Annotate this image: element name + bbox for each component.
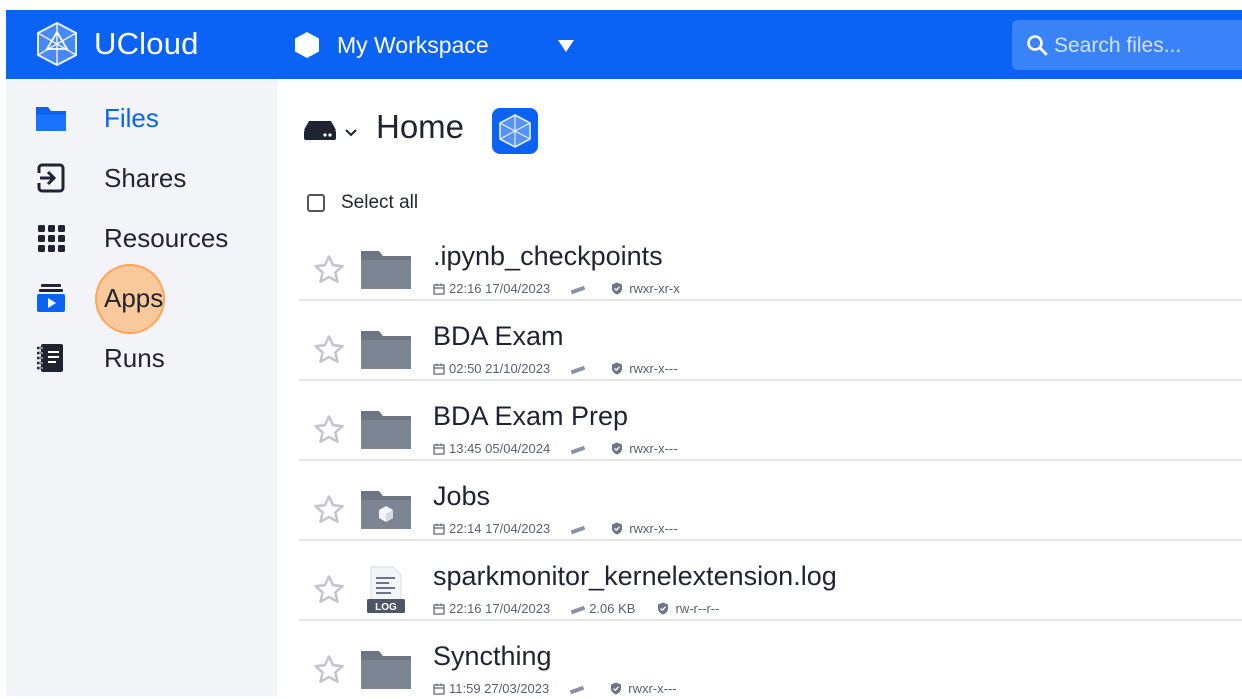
workspace-icon[interactable] xyxy=(292,30,322,60)
app-name[interactable]: UCloud xyxy=(94,26,199,62)
ruler-icon xyxy=(570,521,586,536)
file-meta: 22:14 17/04/2023 rwxr-x--- xyxy=(433,520,678,536)
file-row[interactable]: Syncthing 11:59 27/03/2023 rwxr-x--- xyxy=(299,639,1242,699)
ruler-icon xyxy=(570,441,586,456)
apps-icon xyxy=(34,281,68,315)
shield-icon xyxy=(611,360,623,376)
search-input[interactable] xyxy=(1052,30,1242,62)
sidebar-item-label: Shares xyxy=(104,163,187,193)
sidebar-item-apps[interactable]: Apps xyxy=(6,271,277,327)
star-icon[interactable] xyxy=(312,333,346,367)
star-icon[interactable] xyxy=(312,653,346,687)
chevron-down-icon[interactable] xyxy=(344,125,358,137)
sidebar-item-label: Apps xyxy=(104,283,164,313)
ruler-icon xyxy=(570,601,586,616)
ruler-icon xyxy=(569,681,585,696)
file-size: 2.06 KB xyxy=(589,601,636,616)
file-permissions: rwxr-x--- xyxy=(629,521,678,536)
file-date: 02:50 21/10/2023 xyxy=(449,361,551,376)
folder-icon xyxy=(34,101,68,135)
file-date: 11:59 27/03/2023 xyxy=(449,681,550,696)
file-date: 22:16 17/04/2023 xyxy=(449,281,551,296)
calendar-icon xyxy=(433,683,445,695)
shield-icon xyxy=(657,600,669,616)
file-name[interactable]: sparkmonitor_kernelextension.log xyxy=(433,561,837,592)
file-meta: 22:16 17/04/2023 2.06 KB rw-r--r-- xyxy=(433,600,720,616)
folder-icon xyxy=(359,245,413,291)
grid-icon xyxy=(34,221,68,255)
log-file-icon: LOG xyxy=(359,565,413,613)
shield-icon xyxy=(611,440,623,456)
file-date: 22:16 17/04/2023 xyxy=(449,601,551,616)
folder-icon xyxy=(359,645,413,691)
sidebar-item-resources[interactable]: Resources xyxy=(6,211,277,267)
shield-icon xyxy=(611,520,623,536)
file-meta: 11:59 27/03/2023 rwxr-x--- xyxy=(433,680,677,696)
folder-icon xyxy=(359,325,413,371)
file-row[interactable]: BDA Exam Prep 13:45 05/04/2024 rwxr-x--- xyxy=(299,399,1242,461)
star-icon[interactable] xyxy=(312,573,346,607)
ruler-icon xyxy=(570,281,586,296)
search-icon xyxy=(1026,34,1048,56)
select-all-label: Select all xyxy=(341,192,419,213)
svg-text:LOG: LOG xyxy=(375,602,397,613)
calendar-icon xyxy=(433,283,445,295)
top-bar: UCloud My Workspace xyxy=(6,10,1242,79)
calendar-icon xyxy=(433,443,445,455)
file-row[interactable]: LOG sparkmonitor_kernelextension.log 22:… xyxy=(299,559,1242,621)
calendar-icon xyxy=(433,523,445,535)
search-box[interactable] xyxy=(1012,20,1242,70)
file-browser: Home Select all .ipynb_checkpoints 22:16… xyxy=(277,79,1242,696)
file-name[interactable]: .ipynb_checkpoints xyxy=(433,241,663,272)
select-all-checkbox[interactable] xyxy=(307,194,325,212)
file-row[interactable]: BDA Exam 02:50 21/10/2023 rwxr-x--- xyxy=(299,319,1242,381)
ucloud-logo-icon[interactable] xyxy=(34,21,80,67)
page-title: Home xyxy=(376,108,465,145)
jobs-folder-icon xyxy=(359,485,413,531)
file-permissions: rwxr-x--- xyxy=(628,681,677,696)
workspace-selector[interactable]: My Workspace xyxy=(337,32,489,59)
file-permissions: rwxr-x--- xyxy=(629,441,678,456)
file-permissions: rwxr-x--- xyxy=(629,361,678,376)
sidebar-item-label: Resources xyxy=(104,223,229,253)
sidebar-item-label: Runs xyxy=(104,343,165,373)
ucloud-logo-icon xyxy=(492,108,538,154)
folder-icon xyxy=(359,405,413,451)
file-name[interactable]: BDA Exam xyxy=(433,321,564,352)
file-row[interactable]: .ipynb_checkpoints 22:16 17/04/2023 rwxr-… xyxy=(299,239,1242,301)
file-row[interactable]: Jobs 22:14 17/04/2023 rwxr-x--- xyxy=(299,479,1242,541)
file-permissions: rw-r--r-- xyxy=(675,601,720,616)
shield-icon xyxy=(610,680,622,696)
calendar-icon xyxy=(433,363,445,375)
sidebar: Files Shares Resources Apps Runs xyxy=(6,79,277,696)
shield-icon xyxy=(611,280,623,296)
file-meta: 13:45 05/04/2024 rwxr-x--- xyxy=(433,440,678,456)
sidebar-item-runs[interactable]: Runs xyxy=(6,331,277,387)
star-icon[interactable] xyxy=(312,413,346,447)
ruler-icon xyxy=(570,361,586,376)
sidebar-item-shares[interactable]: Shares xyxy=(6,151,277,207)
star-icon[interactable] xyxy=(312,493,346,527)
file-date: 13:45 05/04/2024 xyxy=(449,441,551,456)
sidebar-item-files[interactable]: Files xyxy=(6,91,277,147)
notebook-icon xyxy=(34,341,68,375)
drive-icon[interactable] xyxy=(303,119,337,141)
star-icon[interactable] xyxy=(312,253,346,287)
file-date: 22:14 17/04/2023 xyxy=(449,521,551,536)
file-name[interactable]: BDA Exam Prep xyxy=(433,401,628,432)
file-meta: 22:16 17/04/2023 rwxr-xr-x xyxy=(433,280,680,296)
sidebar-item-label: Files xyxy=(104,103,159,133)
file-meta: 02:50 21/10/2023 rwxr-x--- xyxy=(433,360,678,376)
share-icon xyxy=(34,161,68,195)
chevron-down-icon[interactable] xyxy=(556,38,576,54)
file-name[interactable]: Syncthing xyxy=(433,641,552,672)
file-permissions: rwxr-xr-x xyxy=(629,281,680,296)
calendar-icon xyxy=(433,603,445,615)
file-name[interactable]: Jobs xyxy=(433,481,490,512)
